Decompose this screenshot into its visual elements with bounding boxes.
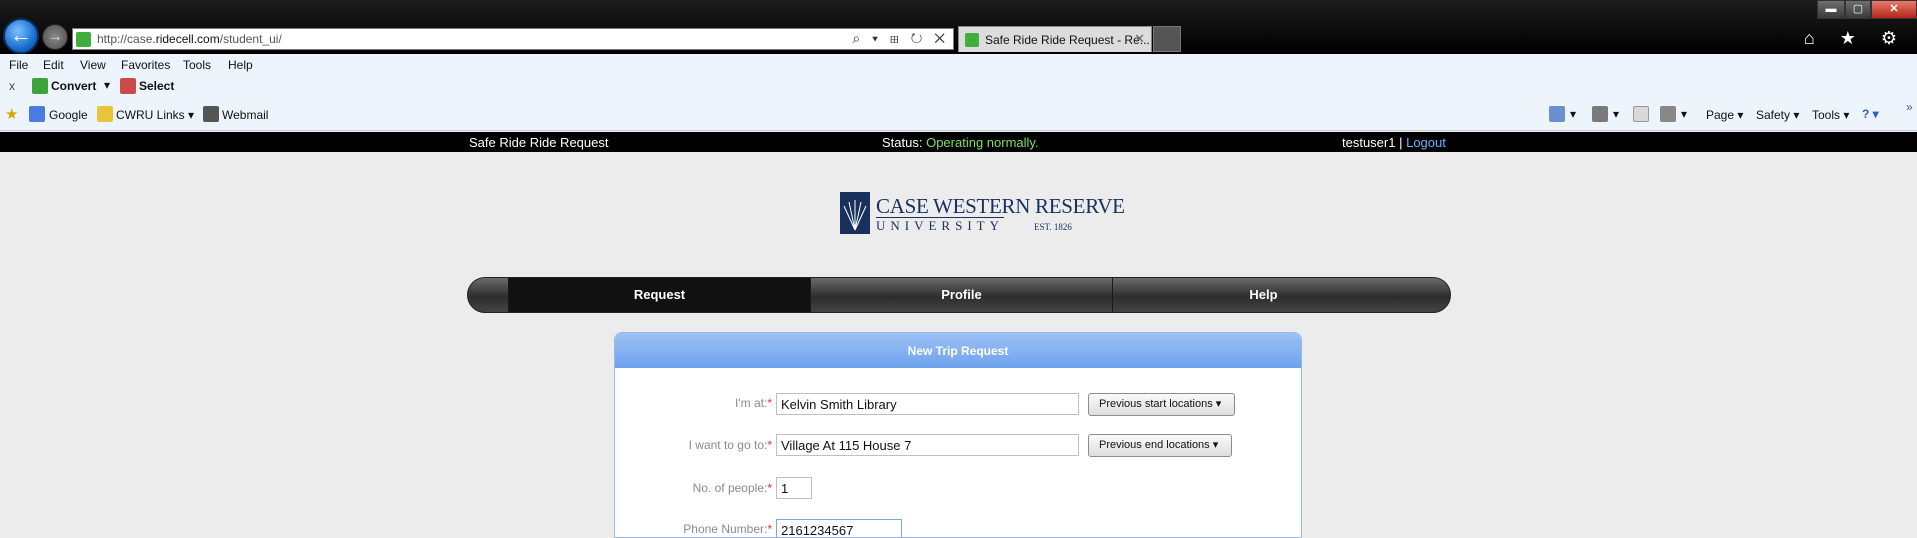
close-bar-icon[interactable]: x (9, 79, 15, 93)
required-mark: * (767, 396, 772, 410)
menu-tools[interactable]: Tools (183, 58, 211, 72)
favorite-google[interactable]: Google (49, 108, 88, 122)
main-nav: Request Profile Help (467, 277, 1451, 313)
overflow-chevron-icon[interactable]: » (1906, 100, 1913, 114)
chevron-down-icon[interactable]: ▾ (1681, 107, 1687, 121)
start-label-text: I'm at: (735, 396, 768, 410)
site-favicon-icon (76, 32, 91, 47)
command-bar: x Convert ▾ Select (0, 75, 1917, 97)
status-value: Operating normally. (926, 135, 1039, 150)
back-button[interactable]: ← (3, 18, 39, 54)
destination-input[interactable] (776, 434, 1079, 456)
minimize-button[interactable]: ▬ (1817, 0, 1845, 19)
forward-button[interactable]: → (42, 24, 68, 50)
address-bar[interactable]: http://case.ridecell.com/student_ui/ ⌕ ▾… (72, 28, 954, 50)
logo-emblem-icon (840, 192, 870, 234)
service-status: Status: Operating normally. (882, 135, 1039, 150)
select-icon (120, 78, 136, 94)
tab-help[interactable]: Help (1112, 278, 1414, 312)
site-title: Safe Ride Ride Request (469, 135, 609, 150)
people-count-input[interactable] (776, 477, 812, 499)
favorites-star-icon[interactable]: ★ (5, 105, 18, 123)
home-favorites-settings-icons[interactable]: ⌂ ★ ⚙ (1804, 28, 1907, 49)
menu-edit[interactable]: Edit (43, 58, 64, 72)
tab-request[interactable]: Request (508, 278, 810, 312)
site-header: Safe Ride Ride Request Status: Operating… (0, 132, 1917, 152)
username: testuser1 (1342, 135, 1396, 150)
trip-request-panel: New Trip Request I'm at:* Previous start… (614, 332, 1302, 538)
page-menu[interactable]: Page ▾ (1706, 108, 1743, 122)
webmail-icon (203, 106, 219, 122)
arrow-left-icon: ← (10, 22, 32, 47)
required-mark: * (767, 522, 772, 536)
browser-titlebar: ← → http://case.ridecell.com/student_ui/… (0, 0, 1917, 54)
close-window-button[interactable]: ✕ (1871, 0, 1917, 19)
start-location-input[interactable] (776, 393, 1079, 415)
logo-name: CASE WESTERN RESERVE (876, 194, 1125, 218)
window-controls: ▬ ▢ ✕ (1817, 0, 1917, 20)
destination-label: I want to go to:* (615, 438, 772, 452)
logout-link[interactable]: Logout (1406, 135, 1446, 150)
phone-label: Phone Number:* (615, 522, 772, 536)
end-label-text: I want to go to: (688, 438, 768, 452)
people-label-text: No. of people: (692, 481, 768, 495)
folder-icon (97, 106, 113, 122)
tools-menu[interactable]: Tools ▾ (1812, 108, 1849, 122)
menu-favorites[interactable]: Favorites (121, 58, 170, 72)
feeds-icon[interactable] (1592, 106, 1608, 122)
convert-icon (32, 78, 48, 94)
chevron-down-icon[interactable]: ▾ (1570, 107, 1576, 121)
tab-favicon-icon (965, 33, 979, 47)
address-url[interactable]: http://case.ridecell.com/student_ui/ (97, 32, 282, 46)
safety-menu[interactable]: Safety ▾ (1756, 108, 1799, 122)
tab-close-icon[interactable]: ✕ (1134, 31, 1145, 47)
phone-number-input[interactable] (776, 519, 902, 537)
tab-title: Safe Ride Ride Request - Re... (985, 33, 1150, 47)
menu-help[interactable]: Help (228, 58, 253, 72)
select-button[interactable]: Select (139, 79, 174, 93)
panel-title: New Trip Request (615, 333, 1301, 368)
favorite-webmail[interactable]: Webmail (222, 108, 268, 122)
user-area: testuser1 | Logout (1342, 135, 1446, 150)
previous-end-locations-button[interactable]: Previous end locations ▾ (1088, 434, 1232, 457)
required-mark: * (767, 481, 772, 495)
logo-sub: UNIVERSITY (876, 217, 1004, 233)
chevron-down-icon[interactable]: ▾ (1613, 107, 1619, 121)
phone-label-text: Phone Number: (683, 522, 768, 536)
address-tools-icons[interactable]: ⌕ ▾ ⊞ ↻ ✕ (852, 30, 949, 47)
home-icon[interactable] (1549, 106, 1565, 122)
menu-view[interactable]: View (80, 58, 106, 72)
university-logo: CASE WESTERN RESERVE UNIVERSITY EST. 182… (840, 192, 1125, 236)
logo-est: EST. 1826 (1034, 222, 1072, 232)
chevron-down-icon[interactable]: ▾ (104, 78, 110, 92)
browser-tab[interactable]: Safe Ride Ride Request - Re... ✕ (958, 26, 1152, 52)
convert-button[interactable]: Convert (51, 79, 96, 93)
maximize-button[interactable]: ▢ (1845, 0, 1871, 19)
print-icon[interactable] (1660, 106, 1676, 122)
status-label: Status: (882, 135, 927, 150)
google-icon (29, 106, 45, 122)
mail-icon[interactable] (1633, 106, 1649, 122)
previous-start-locations-button[interactable]: Previous start locations ▾ (1088, 393, 1235, 416)
arrow-right-icon: → (47, 28, 63, 45)
new-tab-button[interactable] (1153, 26, 1181, 52)
start-location-label: I'm at:* (615, 396, 772, 410)
help-icon[interactable]: ? ▾ (1862, 107, 1879, 121)
favorite-cwru-links[interactable]: CWRU Links ▾ (116, 108, 194, 122)
menu-bar: File Edit View Favorites Tools Help (0, 54, 1917, 75)
separator: | (1395, 135, 1407, 150)
menu-file[interactable]: File (9, 58, 28, 72)
tab-profile[interactable]: Profile (810, 278, 1112, 312)
favorites-bar: ★ Google CWRU Links ▾ Webmail ▾ ▾ ▾ Page… (0, 97, 1917, 131)
people-count-label: No. of people:* (615, 481, 772, 495)
required-mark: * (767, 438, 772, 452)
